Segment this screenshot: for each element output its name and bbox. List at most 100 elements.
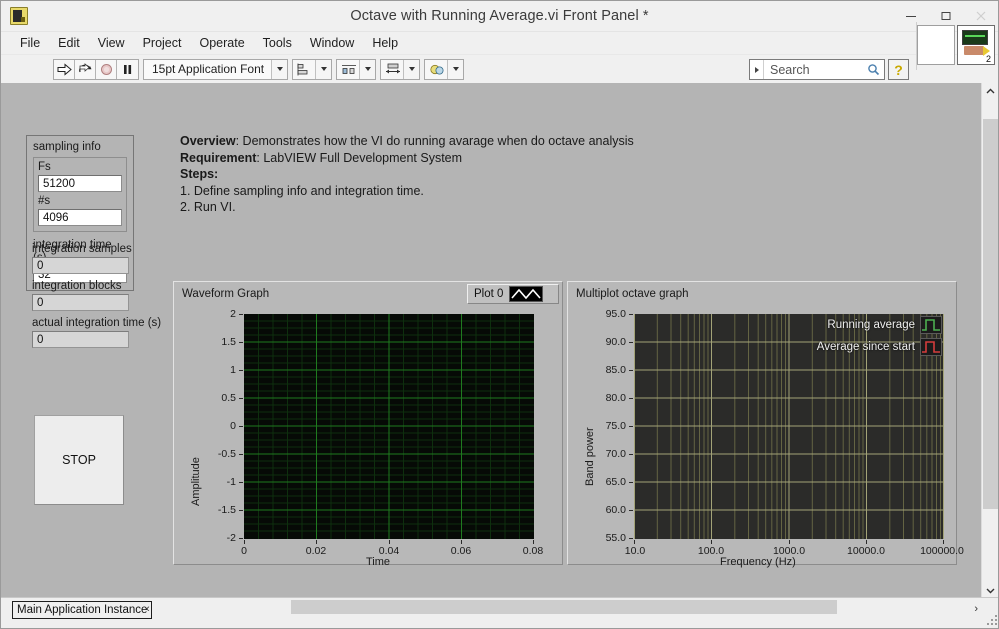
waveform-ytick-7: -1.5 — [217, 504, 236, 516]
octave-graph-title: Multiplot octave graph — [576, 288, 689, 300]
octave-xtickmark — [711, 540, 712, 544]
requirement-line: Requirement: LabVIEW Full Development Sy… — [180, 150, 634, 167]
octave-xtickmark — [943, 540, 944, 544]
waveform-ytick-0: 2 — [230, 308, 236, 320]
running-average-swatch[interactable] — [920, 316, 942, 334]
plot-0-swatch[interactable] — [509, 286, 544, 302]
chevron-down-icon[interactable] — [447, 59, 464, 79]
scroll-right-icon[interactable]: › — [974, 603, 978, 615]
font-selector[interactable]: 15pt Application Font — [143, 58, 289, 80]
octave-ytick-0: 95.0 — [605, 308, 626, 320]
fs-input[interactable]: 51200 — [38, 175, 122, 192]
help-question-icon[interactable]: ? — [888, 59, 909, 80]
magnifier-icon[interactable] — [862, 63, 884, 76]
octave-ytick-2: 85.0 — [605, 364, 626, 376]
waveform-ytickmark — [239, 370, 243, 371]
waveform-xtickmark — [461, 540, 462, 544]
integration-blocks-label: integration blocks — [32, 280, 122, 292]
distribute-objects-dropdown[interactable] — [336, 58, 377, 80]
chevron-down-icon[interactable] — [359, 59, 376, 79]
octave-ytick-4: 75.0 — [605, 420, 626, 432]
abort-execution-icon[interactable] — [96, 59, 117, 79]
waveform-graph: Waveform Graph Plot 0 Amplitude 2 1.5 1 … — [173, 281, 563, 568]
run-continuously-icon[interactable] — [75, 59, 96, 79]
reorder-objects-dropdown[interactable] — [424, 58, 465, 80]
octave-x-axis-label: Frequency (Hz) — [720, 556, 796, 568]
octave-ytick-7: 60.0 — [605, 504, 626, 516]
fs-label: Fs — [38, 161, 51, 173]
ns-label: #s — [38, 195, 51, 207]
integration-samples-label: integration samples — [32, 243, 132, 255]
octave-plot-area[interactable]: Running average Average since start — [634, 314, 944, 539]
menu-item-view[interactable]: View — [89, 34, 134, 52]
menu-item-tools[interactable]: Tools — [254, 34, 301, 52]
octave-xtick-0: 10.0 — [624, 545, 646, 557]
running-average-label: Running average — [827, 319, 915, 331]
resize-objects-dropdown[interactable] — [380, 58, 421, 80]
status-bar: Main Application Instance ‹ › — [1, 597, 998, 628]
stop-button[interactable]: STOP — [34, 415, 124, 505]
chevron-down-icon[interactable] — [315, 59, 332, 79]
octave-ytick-8: 55.0 — [605, 532, 626, 544]
ns-input[interactable]: 4096 — [38, 209, 122, 226]
overview-body: : Demonstrates how the VI do running ava… — [235, 134, 634, 148]
search-area: Search ? — [749, 59, 909, 80]
connector-pane-count: 2 — [985, 54, 991, 64]
octave-xtick-3: 10000.0 — [847, 545, 885, 557]
octave-ytickmark — [629, 370, 633, 371]
menu-item-project[interactable]: Project — [134, 34, 191, 52]
font-selector-value: 15pt Application Font — [152, 62, 265, 76]
menu-item-window[interactable]: Window — [301, 34, 363, 52]
run-arrow-icon[interactable] — [54, 59, 75, 79]
connector-pane-area: 2 — [916, 22, 995, 70]
distribute-objects-icon — [339, 60, 359, 79]
waveform-xtick-1: 0.02 — [305, 545, 327, 557]
waveform-xtickmark — [244, 540, 245, 544]
search-input[interactable]: Search — [749, 59, 885, 80]
octave-plot-legend[interactable]: Running average Average since start — [817, 316, 942, 356]
align-objects-icon — [295, 60, 315, 79]
vertical-scrollbar-thumb[interactable] — [983, 119, 998, 509]
indicator-group: integration samples 0 integration blocks… — [32, 243, 164, 354]
octave-ytick-5: 70.0 — [605, 448, 626, 460]
octave-xtick-4: 100000.0 — [920, 545, 964, 557]
overview-label: Overview — [180, 134, 236, 148]
connector-pane-blank[interactable] — [917, 25, 955, 65]
align-objects-dropdown[interactable] — [292, 58, 333, 80]
vi-connector-pane[interactable]: 2 — [957, 25, 995, 65]
chevron-down-icon[interactable] — [403, 59, 420, 79]
waveform-ytick-1: 1.5 — [221, 336, 236, 348]
scroll-left-icon[interactable]: ‹ — [146, 603, 150, 615]
pause-icon[interactable] — [117, 59, 138, 79]
title-bar: Octave with Running Average.vi Front Pan… — [1, 1, 998, 32]
waveform-plot-area[interactable] — [244, 314, 534, 539]
menu-item-help[interactable]: Help — [363, 34, 407, 52]
fs-ns-subcluster: Fs 51200 #s 4096 — [33, 157, 127, 232]
scroll-up-icon[interactable] — [982, 83, 998, 100]
legend-row-running-average[interactable]: Running average — [827, 316, 942, 334]
legend-row-average-since-start[interactable]: Average since start — [817, 338, 942, 356]
toolbar: 15pt Application Font Search ? 2 — [1, 22, 998, 84]
chevron-down-icon[interactable] — [271, 59, 288, 79]
actual-integration-time-label: actual integration time (s) — [32, 317, 162, 329]
step-2: 2. Run VI. — [180, 200, 236, 214]
waveform-ytickmark — [239, 314, 243, 315]
overview-text-block: Overview: Demonstrates how the VI do run… — [180, 133, 634, 216]
menu-item-edit[interactable]: Edit — [49, 34, 89, 52]
menu-item-operate[interactable]: Operate — [190, 34, 253, 52]
waveform-ytick-8: -2 — [226, 532, 236, 544]
step-1: 1. Define sampling info and integration … — [180, 183, 424, 198]
average-since-start-swatch[interactable] — [920, 338, 942, 356]
waveform-graph-title: Waveform Graph — [182, 288, 270, 300]
application-instance-label[interactable]: Main Application Instance — [12, 601, 153, 619]
menu-item-file[interactable]: File — [11, 34, 49, 52]
resize-grip-icon[interactable] — [985, 613, 997, 625]
vertical-scrollbar[interactable] — [981, 83, 998, 599]
front-panel-canvas: Overview: Demonstrates how the VI do run… — [1, 83, 998, 599]
octave-ytickmark — [629, 510, 633, 511]
horizontal-scrollbar-thumb[interactable] — [291, 600, 837, 614]
waveform-plot-legend[interactable]: Plot 0 — [467, 284, 559, 304]
resize-objects-icon — [383, 60, 403, 79]
search-scope-icon[interactable] — [750, 60, 764, 79]
average-since-start-label: Average since start — [816, 341, 915, 353]
